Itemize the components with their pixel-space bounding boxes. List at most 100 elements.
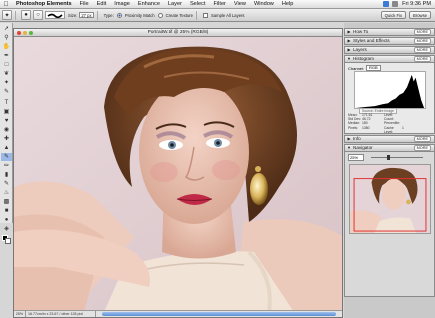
- navigator-thumbnail[interactable]: [349, 164, 431, 234]
- more-button[interactable]: MORE: [413, 145, 431, 151]
- collapse-triangle-icon[interactable]: ▶: [345, 136, 353, 142]
- palette-tab-navigator[interactable]: ▼ Navigator MORE: [344, 144, 435, 152]
- healing-brush-tool-icon[interactable]: ✦: [2, 10, 12, 20]
- navigator-zoom-field[interactable]: 25%: [348, 154, 364, 161]
- zoom-icon[interactable]: [29, 31, 33, 35]
- menu-edit[interactable]: Edit: [93, 0, 111, 9]
- menu-layer[interactable]: Layer: [164, 0, 186, 9]
- close-icon[interactable]: [17, 31, 21, 35]
- horizontal-scrollbar[interactable]: [102, 312, 336, 316]
- palette-tab-how-to[interactable]: ▶ How To MORE: [344, 28, 435, 36]
- proximity-radio[interactable]: [116, 12, 122, 18]
- document-title: PortraitW.tif @ 25% (RGB/8): [147, 30, 209, 35]
- move-tool-icon[interactable]: ➚: [1, 25, 12, 33]
- palette-label: Layers: [353, 47, 367, 52]
- expand-triangle-icon[interactable]: ▼: [345, 56, 353, 62]
- menu-bar:  Photoshop Elements File Edit Image Enh…: [0, 0, 435, 9]
- more-button[interactable]: MORE: [413, 29, 431, 35]
- mode-spot-icon[interactable]: ○: [33, 10, 43, 20]
- palette-tab-styles-and-effects[interactable]: ▶ Styles and Effects MORE: [344, 37, 435, 45]
- healing-brush-tool-icon[interactable]: ✚: [1, 135, 12, 143]
- gradient-tool-icon[interactable]: ▩: [1, 198, 12, 206]
- type-tool-icon[interactable]: T: [1, 99, 12, 107]
- menu-filter[interactable]: Filter: [209, 0, 229, 9]
- sample-all-layers-checkbox[interactable]: [203, 12, 208, 18]
- palette-tab-histogram[interactable]: ▼ Histogram MORE: [344, 55, 435, 63]
- menu-help[interactable]: Help: [278, 0, 298, 9]
- magic-wand-tool-icon[interactable]: ✦: [1, 79, 12, 87]
- pencil-tool-icon[interactable]: ✏: [1, 162, 12, 170]
- divider: [196, 10, 197, 20]
- quick-fix-button[interactable]: Quick Fix: [380, 11, 407, 19]
- crop-tool-icon[interactable]: ▣: [1, 108, 12, 116]
- paint-bucket-tool-icon[interactable]: ♨: [1, 189, 12, 197]
- zoom-readout[interactable]: 25%: [14, 311, 26, 317]
- stat-value: 1380: [362, 125, 370, 130]
- texture-label: Create Texture: [165, 12, 193, 18]
- volume-icon[interactable]: [383, 1, 390, 7]
- red-eye-tool-icon[interactable]: ◉: [1, 126, 12, 134]
- background-color-swatch[interactable]: [5, 238, 11, 244]
- options-right: Quick Fix Browse: [378, 11, 435, 19]
- menu-select[interactable]: Select: [186, 0, 210, 9]
- menu-file[interactable]: File: [76, 0, 93, 9]
- expand-triangle-icon[interactable]: ▼: [345, 145, 353, 151]
- more-button[interactable]: MORE: [413, 136, 431, 142]
- document-window: PortraitW.tif @ 25% (RGB/8) 25% 16.77cm/…: [13, 28, 343, 318]
- menu-enhance[interactable]: Enhance: [134, 0, 164, 9]
- apple-menu-icon[interactable]: : [0, 0, 12, 9]
- eraser-tool-icon[interactable]: ▮: [1, 171, 12, 179]
- menu-image[interactable]: Image: [110, 0, 134, 9]
- menu-window[interactable]: Window: [250, 0, 278, 9]
- hand-tool-icon[interactable]: ✋: [1, 43, 12, 51]
- minimize-icon[interactable]: [23, 31, 27, 35]
- photoshop-elements-window:  Photoshop Elements File Edit Image Enh…: [0, 0, 435, 318]
- spot-healing-tool-icon[interactable]: ✎: [1, 153, 12, 161]
- more-button[interactable]: MORE: [413, 56, 431, 62]
- menu-view[interactable]: View: [230, 0, 250, 9]
- stat-row: Pixels: 1380 Cache Level: 1: [348, 125, 434, 134]
- texture-radio[interactable]: [157, 12, 163, 18]
- more-button[interactable]: MORE: [413, 38, 431, 44]
- navigator-panel: 25%: [344, 152, 435, 297]
- sample-label: Sample All Layers: [211, 12, 245, 18]
- collapse-triangle-icon[interactable]: ▶: [345, 29, 353, 35]
- blur-tool-icon[interactable]: ●: [1, 216, 12, 224]
- portrait-photo[interactable]: [14, 37, 343, 312]
- palette-label: Styles and Effects: [353, 38, 390, 43]
- menu-clock[interactable]: Fri 9:36 PM: [398, 1, 431, 7]
- browse-button[interactable]: Browse: [409, 11, 431, 19]
- palette-well: ▶ How To MORE ▶ Styles and Effects MORE …: [344, 23, 435, 318]
- zoom-tool-icon[interactable]: ⚲: [1, 34, 12, 42]
- document-status-bar: 25% 16.77cm/in x 23.67 / other 128 pixl: [14, 310, 342, 317]
- divider: [96, 10, 98, 20]
- histogram-panel: Channel: RGB Source: Entire Image Mean: …: [344, 63, 435, 134]
- menu-app[interactable]: Photoshop Elements: [12, 0, 76, 9]
- options-bar: ✦ ● ○ Size: 27 px Type: Proximity Match …: [0, 9, 435, 22]
- mode-normal-icon[interactable]: ●: [21, 10, 31, 20]
- marquee-tool-icon[interactable]: □: [1, 61, 12, 69]
- palette-tab-info[interactable]: ▶ Info MORE: [344, 135, 435, 143]
- selection-brush-tool-icon[interactable]: ✎: [1, 88, 12, 96]
- collapse-triangle-icon[interactable]: ▶: [345, 47, 353, 53]
- brush-preset-picker[interactable]: [45, 11, 65, 19]
- shape-tool-icon[interactable]: ■: [1, 207, 12, 215]
- brush-tool-icon[interactable]: ✎: [1, 180, 12, 188]
- lasso-tool-icon[interactable]: ❦: [1, 70, 12, 78]
- type-label: Type:: [103, 12, 114, 18]
- eyedropper-tool-icon[interactable]: ✒: [1, 52, 12, 60]
- more-button[interactable]: MORE: [413, 47, 431, 53]
- palette-tab-layers[interactable]: ▶ Layers MORE: [344, 46, 435, 54]
- palette-label: Navigator: [353, 145, 373, 150]
- collapse-triangle-icon[interactable]: ▶: [345, 38, 353, 44]
- document-title-bar[interactable]: PortraitW.tif @ 25% (RGB/8): [14, 29, 342, 37]
- proximity-label: Proximity Match: [124, 12, 155, 18]
- histogram-stats: Mean: 171.61 Level: Std Dev: 46.72 Count…: [348, 113, 434, 134]
- clone-stamp-tool-icon[interactable]: ▲: [1, 144, 12, 152]
- size-field[interactable]: 27 px: [79, 12, 94, 18]
- cookie-cutter-tool-icon[interactable]: ♥: [1, 117, 12, 125]
- navigator-zoom-slider[interactable]: [371, 157, 423, 158]
- sponge-tool-icon[interactable]: ◈: [1, 225, 12, 233]
- document-info[interactable]: 16.77cm/in x 23.67 / other 128 pixl: [26, 311, 96, 317]
- navigator-slider-knob[interactable]: [387, 155, 390, 160]
